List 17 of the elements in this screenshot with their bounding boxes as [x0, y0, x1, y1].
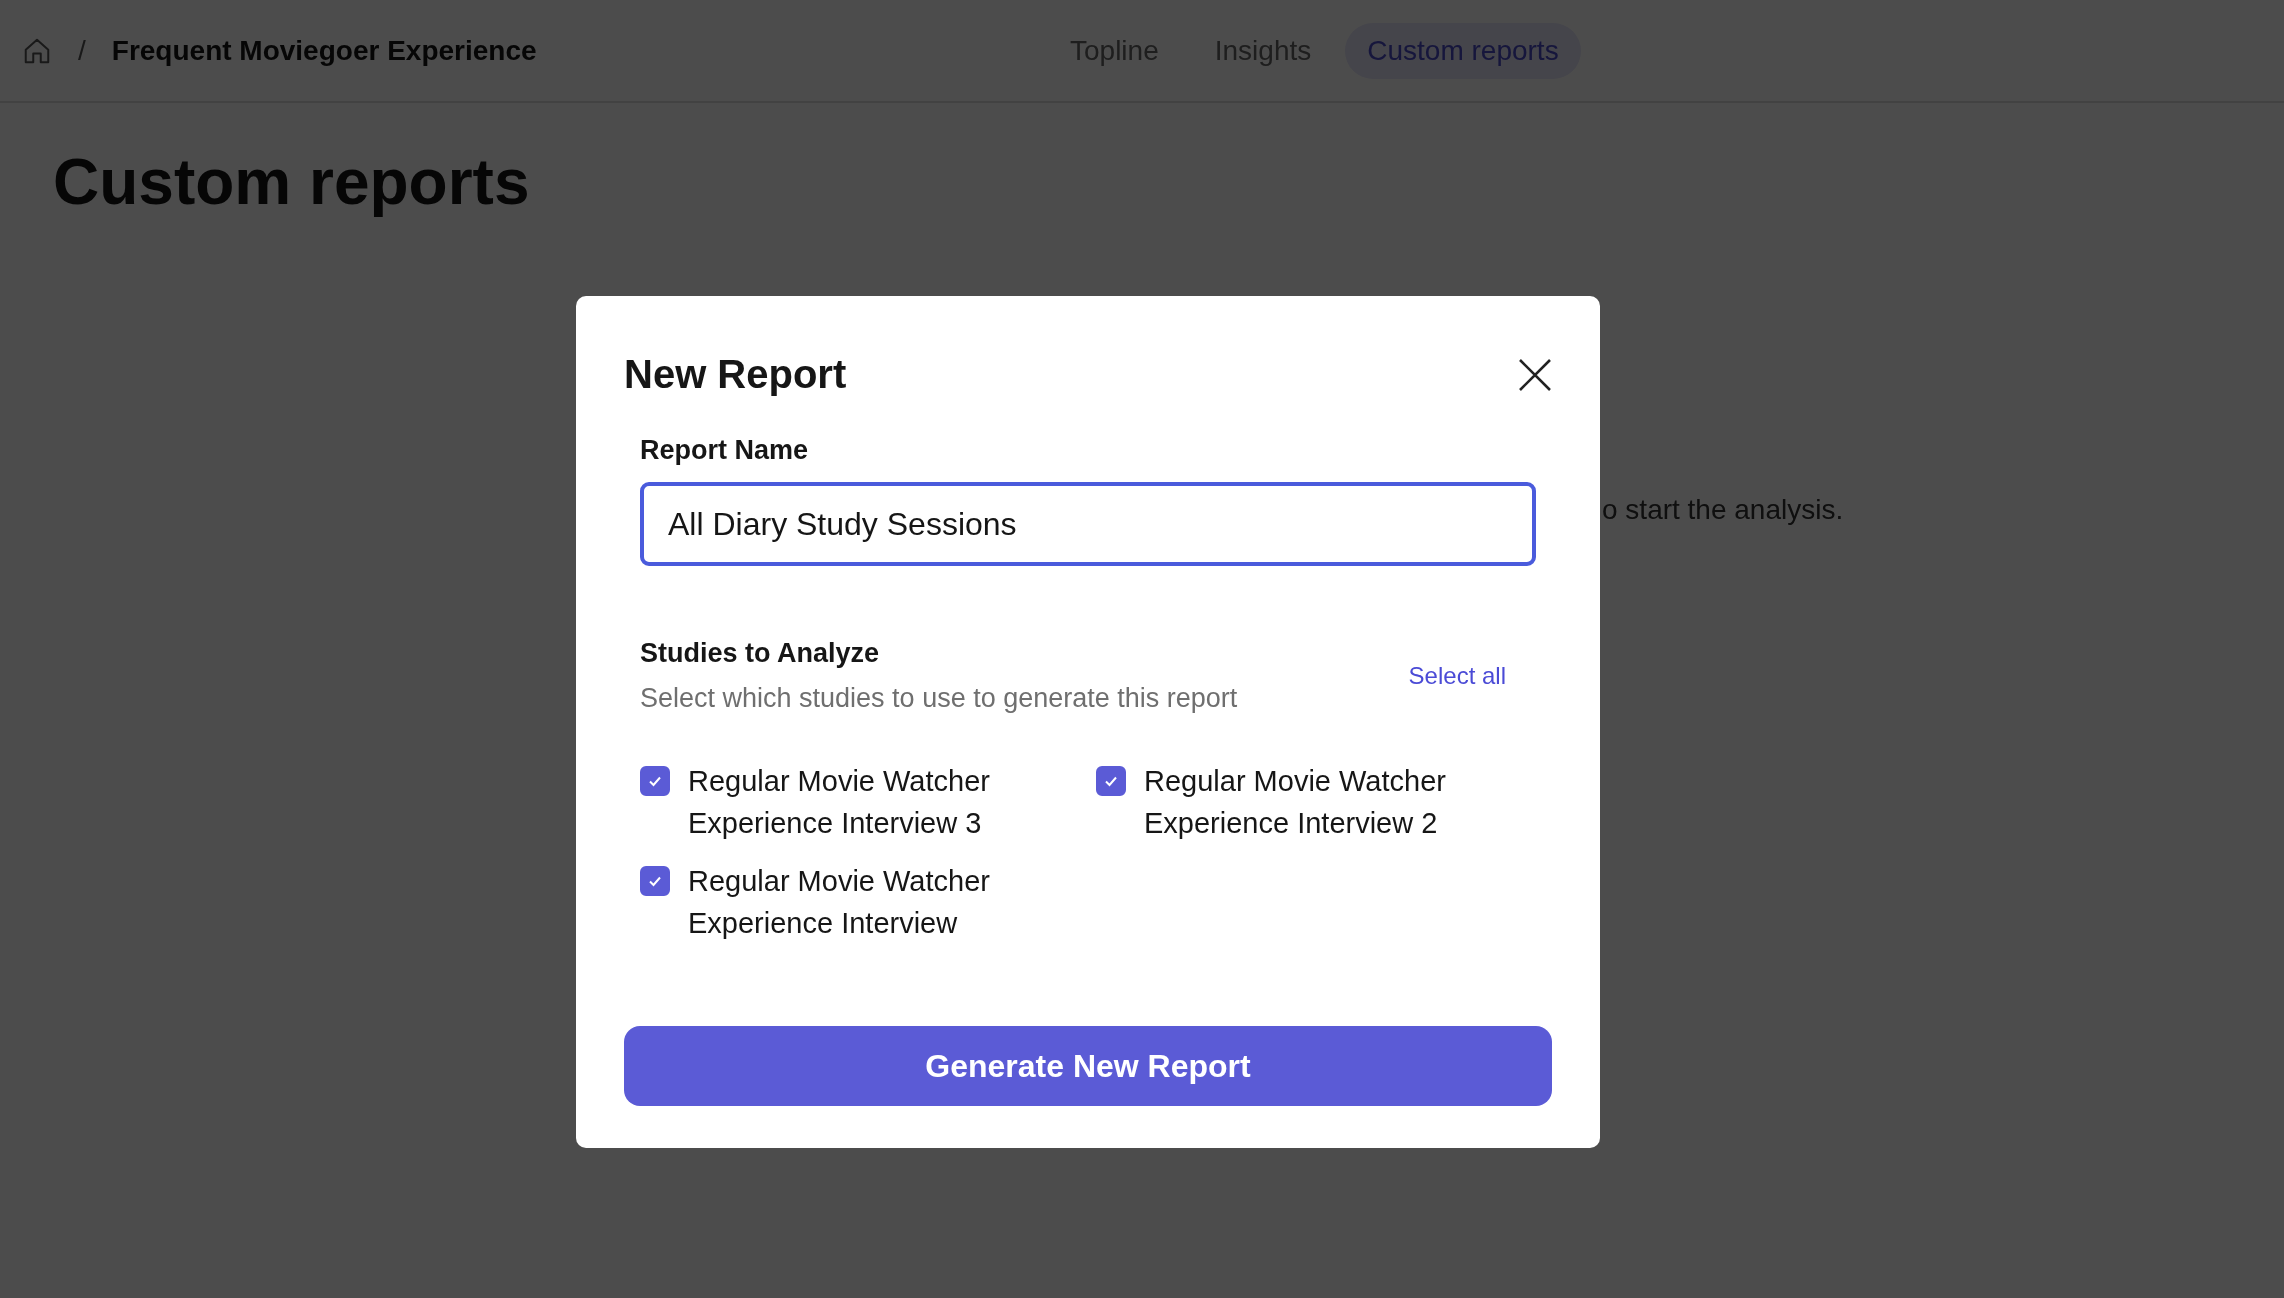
field-label: Report Name — [640, 435, 810, 466]
section-label: Studies to Analyze — [640, 638, 881, 669]
checkbox[interactable] — [640, 866, 670, 896]
study-label: Regular Movie Watcher Experience Interview 2 — [1144, 764, 1447, 841]
close-icon[interactable] — [1518, 357, 1552, 392]
modal-title: New Report — [624, 352, 847, 397]
breadcrumb-separator: / — [78, 34, 86, 67]
checkbox[interactable] — [640, 766, 670, 796]
empty-state-text: o start the analysis. — [1602, 494, 1844, 525]
section-hint: Select which studies to use to generate this report — [640, 683, 1238, 714]
checkbox[interactable] — [1096, 766, 1126, 796]
generate-report-button[interactable]: Generate New Report — [624, 1026, 1552, 1106]
report-name-field[interactable]: All Diary Study Sessions — [640, 482, 1536, 566]
study-label: Regular Movie Watcher Experience Interview — [688, 864, 991, 941]
page-title: Custom reports — [53, 145, 531, 219]
study-label: Regular Movie Watcher Experience Interview 3 — [688, 764, 991, 841]
select-all-link[interactable]: Select all — [1408, 662, 1506, 690]
